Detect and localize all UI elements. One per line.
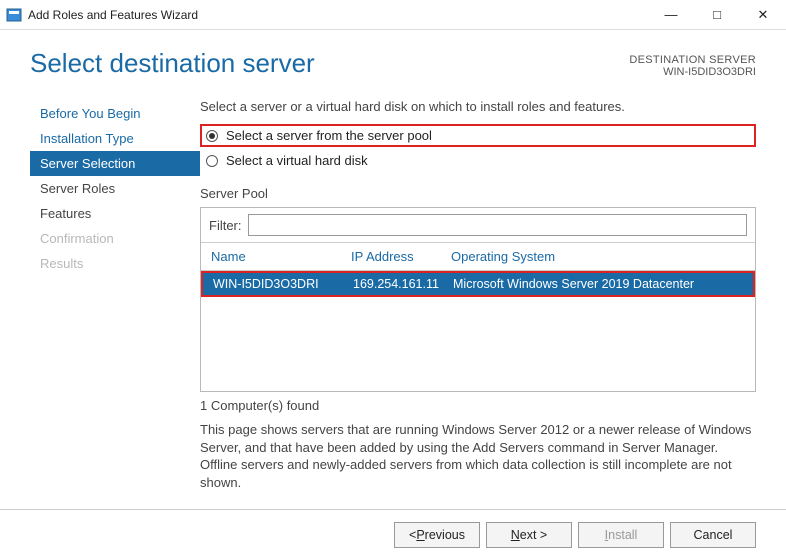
row-ip: 169.254.161.11 bbox=[353, 277, 453, 291]
cancel-button[interactable]: Cancel bbox=[670, 522, 756, 548]
app-icon bbox=[6, 7, 22, 23]
nav-results: Results bbox=[30, 251, 200, 276]
main-panel: Select a server or a virtual hard disk o… bbox=[200, 99, 756, 509]
radio-virtual-disk-label: Select a virtual hard disk bbox=[226, 153, 368, 168]
destination-info: DESTINATION SERVER WIN-I5DID3O3DRI bbox=[629, 48, 756, 79]
nav-installation-type[interactable]: Installation Type bbox=[30, 126, 200, 151]
radio-virtual-disk[interactable]: Select a virtual hard disk bbox=[200, 151, 756, 170]
radio-dot-unselected-icon bbox=[206, 155, 218, 167]
destination-label: DESTINATION SERVER bbox=[629, 54, 756, 66]
install-button: Install bbox=[578, 522, 664, 548]
nav-before-you-begin[interactable]: Before You Begin bbox=[30, 101, 200, 126]
minimize-button[interactable]: — bbox=[648, 0, 694, 30]
destination-value: WIN-I5DID3O3DRI bbox=[629, 66, 756, 78]
col-name[interactable]: Name bbox=[201, 249, 351, 264]
wizard-nav: Before You Begin Installation Type Serve… bbox=[30, 99, 200, 509]
filter-input[interactable] bbox=[248, 214, 748, 236]
radio-server-pool-label: Select a server from the server pool bbox=[226, 128, 432, 143]
close-button[interactable]: ✕ bbox=[740, 0, 786, 30]
window-title: Add Roles and Features Wizard bbox=[28, 8, 648, 22]
nav-confirmation: Confirmation bbox=[30, 226, 200, 251]
nav-server-selection[interactable]: Server Selection bbox=[30, 151, 200, 176]
col-os[interactable]: Operating System bbox=[451, 249, 755, 264]
table-row[interactable]: WIN-I5DID3O3DRI 169.254.161.11 Microsoft… bbox=[203, 273, 753, 295]
row-name: WIN-I5DID3O3DRI bbox=[203, 277, 353, 291]
maximize-button[interactable]: □ bbox=[694, 0, 740, 30]
window-controls: — □ ✕ bbox=[648, 0, 786, 30]
row-os: Microsoft Windows Server 2019 Datacenter bbox=[453, 277, 753, 291]
page-title: Select destination server bbox=[30, 48, 315, 79]
server-rows: WIN-I5DID3O3DRI 169.254.161.11 Microsoft… bbox=[201, 271, 755, 391]
filter-label: Filter: bbox=[209, 218, 242, 233]
server-pool-box: Filter: Name IP Address Operating System… bbox=[200, 207, 756, 392]
page-header: Select destination server DESTINATION SE… bbox=[0, 30, 786, 79]
page-description: This page shows servers that are running… bbox=[200, 421, 756, 491]
computers-found: 1 Computer(s) found bbox=[200, 398, 756, 413]
next-button[interactable]: Next > bbox=[486, 522, 572, 548]
column-headers: Name IP Address Operating System bbox=[201, 242, 755, 271]
title-bar: Add Roles and Features Wizard — □ ✕ bbox=[0, 0, 786, 30]
radio-server-pool[interactable]: Select a server from the server pool bbox=[200, 124, 756, 147]
server-pool-label: Server Pool bbox=[200, 186, 756, 201]
col-ip[interactable]: IP Address bbox=[351, 249, 451, 264]
radio-dot-selected-icon bbox=[206, 130, 218, 142]
wizard-footer: < Previous Next > Install Cancel bbox=[0, 509, 786, 560]
intro-text: Select a server or a virtual hard disk o… bbox=[200, 99, 756, 114]
previous-button[interactable]: < Previous bbox=[394, 522, 480, 548]
nav-server-roles[interactable]: Server Roles bbox=[30, 176, 200, 201]
nav-features[interactable]: Features bbox=[30, 201, 200, 226]
